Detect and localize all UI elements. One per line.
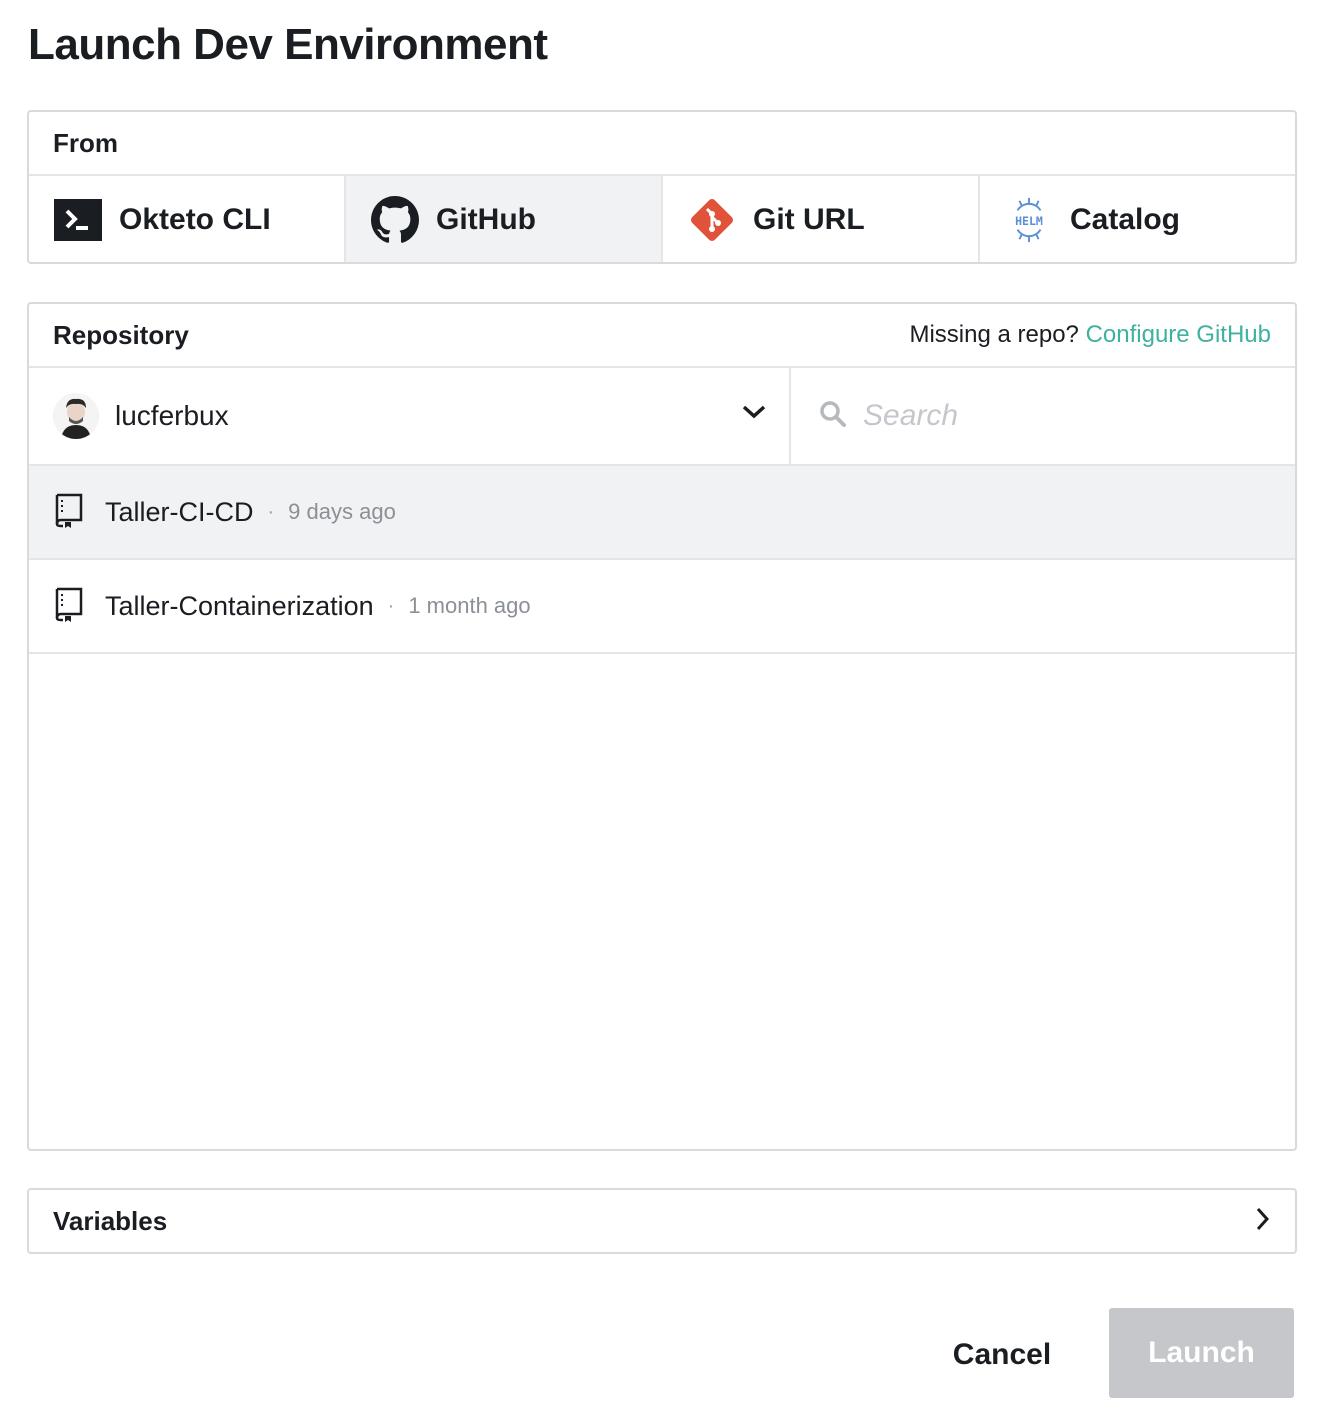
repository-header: Repository Missing a repo? Configure Git… (29, 304, 1295, 368)
repository-label: Repository (53, 319, 189, 350)
variables-section[interactable]: Variables (27, 1188, 1297, 1254)
separator-dot: · (267, 500, 275, 523)
tab-label: Git URL (753, 203, 865, 236)
repo-item-taller-containerization[interactable]: Taller-Containerization · 1 month ago (29, 560, 1295, 654)
source-tabs: Okteto CLI GitHub Git URL HELM Catalog (29, 176, 1295, 262)
tab-github[interactable]: GitHub (346, 176, 663, 262)
tab-label: GitHub (436, 203, 536, 236)
cancel-button[interactable]: Cancel (932, 1320, 1072, 1390)
terminal-icon (53, 195, 103, 245)
variables-label: Variables (53, 1205, 168, 1236)
repo-icon (53, 586, 85, 627)
git-icon (687, 195, 737, 245)
svg-text:HELM: HELM (1015, 214, 1043, 228)
from-label: From (53, 127, 118, 158)
separator-dot: · (387, 594, 395, 617)
configure-github-link[interactable]: Configure GitHub (1086, 321, 1271, 348)
search-input[interactable] (863, 399, 1263, 433)
owner-dropdown[interactable]: lucferbux (29, 368, 791, 464)
page-title: Launch Dev Environment (28, 20, 548, 69)
tab-label: Okteto CLI (119, 203, 271, 236)
from-header: From (29, 112, 1295, 176)
repo-name: Taller-Containerization (105, 590, 374, 621)
repository-panel: Repository Missing a repo? Configure Git… (27, 302, 1297, 1151)
launch-button[interactable]: Launch (1109, 1308, 1294, 1398)
owner-name: lucferbux (115, 400, 229, 431)
repo-item-taller-ci-cd[interactable]: Taller-CI-CD · 9 days ago (29, 466, 1295, 560)
tab-okteto-cli[interactable]: Okteto CLI (29, 176, 346, 262)
repo-icon (53, 492, 85, 533)
helm-icon: HELM (1004, 195, 1054, 245)
repo-filter-row: lucferbux (29, 368, 1295, 466)
avatar (53, 393, 99, 439)
search-box (791, 368, 1295, 464)
chevron-right-icon (1255, 1206, 1271, 1237)
missing-repo-question: Missing a repo? (909, 321, 1079, 348)
tab-git-url[interactable]: Git URL (663, 176, 980, 262)
repo-name: Taller-CI-CD (105, 496, 254, 527)
tab-catalog[interactable]: HELM Catalog (980, 176, 1295, 262)
repo-updated-time: 1 month ago (408, 593, 531, 618)
tab-label: Catalog (1070, 203, 1181, 236)
chevron-down-icon (741, 404, 767, 425)
github-icon (370, 195, 420, 245)
search-icon (819, 400, 847, 433)
missing-repo-text: Missing a repo? Configure GitHub (909, 321, 1271, 349)
from-panel: From Okteto CLI GitHub Git URL HELM Cata… (27, 110, 1297, 264)
repo-updated-time: 9 days ago (288, 499, 396, 524)
